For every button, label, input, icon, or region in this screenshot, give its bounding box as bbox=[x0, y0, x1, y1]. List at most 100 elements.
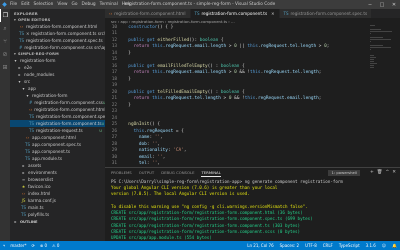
editor-tab[interactable]: ‹› registration-form.component.html bbox=[105, 9, 191, 18]
terminal-output[interactable]: PS C:\Users\Darryl\simple-reg-form\regis… bbox=[105, 177, 400, 248]
file-item[interactable]: TS polyfills.ts bbox=[10, 211, 105, 218]
trash-icon[interactable]: 🗑 bbox=[377, 170, 383, 175]
folder-item[interactable]: ▾ app bbox=[10, 85, 105, 92]
menu-debug[interactable]: Debug bbox=[82, 2, 96, 7]
folder-item[interactable]: ▸ e2e bbox=[10, 64, 105, 71]
minimap-line bbox=[370, 45, 383, 46]
line-number: 23 bbox=[111, 109, 117, 115]
folder-item[interactable]: ▸ assets bbox=[10, 162, 105, 169]
extensions-icon[interactable]: ⊞ bbox=[0, 61, 10, 74]
minimap-line bbox=[370, 31, 392, 32]
tree-item-label: OUTLINE bbox=[20, 219, 38, 224]
folder-item[interactable]: ▸ environments bbox=[10, 169, 105, 176]
html-icon: ‹› bbox=[25, 135, 30, 140]
editor-tab[interactable]: TS registration-form.component.ts ✕ bbox=[190, 9, 280, 18]
tree-item-label: favicon.ico bbox=[28, 184, 51, 189]
file-item[interactable]: TS registration-request.ts U bbox=[10, 127, 105, 134]
panel-actions: + 🗑 ^ ✕ bbox=[370, 170, 396, 175]
code-text: public get telFilledEmailEmpty() : boole… bbox=[128, 89, 245, 95]
line-ending[interactable]: CRLF bbox=[323, 243, 333, 248]
minimap[interactable] bbox=[370, 24, 392, 167]
file-item[interactable]: ‹›registration-form.component.htmlU bbox=[10, 106, 105, 113]
line-number: 17 bbox=[111, 70, 117, 76]
file-item[interactable]: TSregistration-form.component.spec.tsU bbox=[10, 113, 105, 120]
git-status-badge: U bbox=[101, 121, 105, 126]
chevron-up-icon[interactable]: ^ bbox=[385, 170, 389, 175]
tree-item-label: app.component.html bbox=[32, 135, 76, 140]
outline-section[interactable]: ▸ OUTLINE bbox=[10, 218, 105, 225]
tree-item-label: index.html bbox=[28, 191, 51, 196]
smiley-icon[interactable]: ☺ bbox=[382, 243, 386, 248]
code-editor[interactable]: 10 constructor() { } 11 12 public get eith… bbox=[105, 24, 400, 167]
open-editor-item[interactable]: TS registration-form.component.spec.ts bbox=[10, 37, 105, 44]
ts-version[interactable]: 3.1.6 bbox=[366, 243, 376, 248]
debug-icon[interactable]: ⊘ bbox=[0, 48, 10, 61]
folder-item[interactable]: ▾ registration-form bbox=[10, 92, 105, 99]
folder-item[interactable]: ▾ registration-form bbox=[10, 57, 105, 64]
panel-tab-output[interactable]: OUTPUT bbox=[139, 168, 154, 177]
tab-label: registration-form.component.spec.ts bbox=[290, 11, 368, 16]
explorer-icon[interactable]: ❐ bbox=[0, 9, 10, 22]
chevron-right-icon: ▸ bbox=[14, 219, 17, 224]
open-editor-item[interactable]: TS× registration-form.component.ts src\a… bbox=[10, 30, 105, 37]
panel-tab-problems[interactable]: PROBLEMS bbox=[111, 168, 132, 177]
close-panel-icon[interactable]: ✕ bbox=[392, 170, 396, 175]
add-terminal-icon[interactable]: + bbox=[370, 170, 374, 175]
file-item[interactable]: ≡ browserslist bbox=[10, 176, 105, 183]
panel-tab-debug-console[interactable]: DEBUG CONSOLE bbox=[161, 168, 194, 177]
sync-icon[interactable]: ⟳ bbox=[32, 243, 35, 248]
file-item[interactable]: TS registration-form.component.ts U bbox=[10, 120, 105, 127]
file-item[interactable]: # registration-form.component.css U bbox=[10, 99, 105, 106]
code-text: email: '', bbox=[138, 154, 166, 160]
file-item[interactable]: TS app.module.ts bbox=[10, 155, 105, 162]
folder-item[interactable]: ▸ node_modules bbox=[10, 71, 105, 78]
minimize-icon[interactable]: ─ bbox=[364, 0, 376, 9]
menu-edit[interactable]: Edit bbox=[21, 2, 29, 7]
language-mode[interactable]: TypeScript bbox=[339, 243, 360, 248]
file-item[interactable]: TS app.component.spec.ts bbox=[10, 141, 105, 148]
file-item[interactable]: ‹› app.component.html bbox=[10, 134, 105, 141]
git-branch-icon[interactable]: ⑂ bbox=[3, 243, 5, 248]
project-label: SIMPLE-REG-FORM bbox=[18, 52, 59, 56]
menu-go[interactable]: Go bbox=[72, 2, 78, 7]
branch-name[interactable]: master* bbox=[10, 243, 26, 248]
file-item[interactable]: ‹› index.html bbox=[10, 190, 105, 197]
close-icon[interactable]: ✕ bbox=[388, 0, 400, 9]
panel-tab-terminal[interactable]: TERMINAL bbox=[201, 168, 221, 177]
tree-item-label: registration-form.component.html bbox=[34, 107, 105, 112]
search-icon[interactable]: ⌕ bbox=[0, 22, 10, 35]
file-item[interactable]: ★ favicon.ico bbox=[10, 183, 105, 190]
folder-item[interactable]: ▾ src bbox=[10, 78, 105, 85]
tree-item-label: registration-form.component.css bbox=[34, 100, 103, 105]
open-editor-item[interactable]: ‹› registration-form.component.html bbox=[10, 23, 105, 30]
file-item[interactable]: JS karma.conf.js bbox=[10, 197, 105, 204]
menu-view[interactable]: View bbox=[57, 2, 67, 7]
source-control-icon[interactable]: ⑂ bbox=[0, 35, 10, 48]
warnings-count[interactable]: ⚠ 0 bbox=[52, 243, 59, 248]
line-number: 15 bbox=[111, 57, 117, 63]
terminal-select[interactable]: 1: powershell bbox=[328, 169, 360, 176]
open-editor-item[interactable]: #registration-form.component.css src\app… bbox=[10, 44, 105, 51]
panel-tabs: PROBLEMS OUTPUT DEBUG CONSOLE TERMINAL 1: p… bbox=[105, 168, 400, 177]
chevron-down-icon: ▾ bbox=[14, 18, 17, 22]
minimap-line bbox=[370, 41, 371, 42]
indentation[interactable]: Spaces: 2 bbox=[280, 243, 299, 248]
maximize-icon[interactable]: □ bbox=[376, 0, 388, 9]
bell-icon[interactable]: 🔔 bbox=[392, 243, 397, 248]
cursor-position[interactable]: Ln 21, Col 76 bbox=[247, 243, 273, 248]
menu-bar: File Edit Selection View Go Debug Terminal Help bbox=[10, 2, 132, 7]
menu-terminal[interactable]: Terminal bbox=[100, 2, 118, 7]
bottom-panel: PROBLEMS OUTPUT DEBUG CONSOLE TERMINAL 1: p… bbox=[105, 167, 400, 247]
code-text: tel: '', bbox=[138, 161, 161, 167]
menu-selection[interactable]: Selection bbox=[34, 2, 54, 7]
errors-count[interactable]: ⊗ 0 bbox=[40, 243, 47, 248]
file-item[interactable]: TS main.ts bbox=[10, 204, 105, 211]
menu-help[interactable]: Help bbox=[122, 2, 132, 7]
tree-item-label: polyfills.ts bbox=[28, 212, 50, 217]
file-item[interactable]: TS app.component.ts bbox=[10, 148, 105, 155]
code-text: } bbox=[123, 50, 131, 56]
encoding[interactable]: UTF-8 bbox=[305, 243, 317, 248]
close-tab-icon[interactable]: ✕ bbox=[271, 11, 274, 16]
menu-file[interactable]: File bbox=[10, 2, 17, 7]
editor-tab[interactable]: TS registration-form.component.spec.ts bbox=[279, 9, 373, 18]
